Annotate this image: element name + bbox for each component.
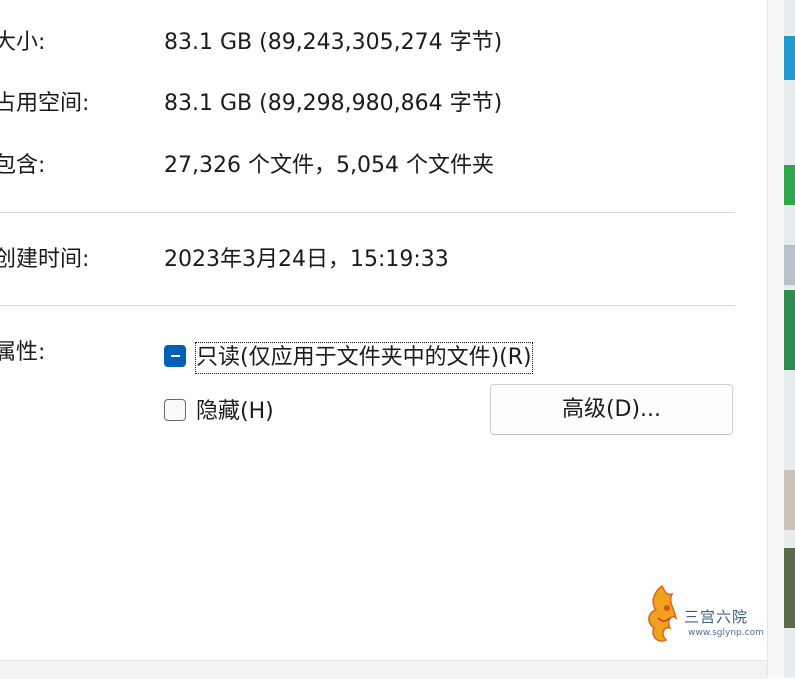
advanced-button[interactable]: 高级(D)... (490, 384, 733, 435)
separator (0, 305, 735, 306)
readonly-checkbox[interactable] (164, 345, 186, 367)
background-thumbnail (784, 165, 795, 205)
watermark: 三宫六院 www.sglynp.com (640, 578, 770, 650)
contains-value: 27,326 个文件，5,054 个文件夹 (164, 153, 494, 178)
background-window (784, 0, 795, 678)
size-on-disk-value: 83.1 GB (89,298,980,864 字节) (164, 91, 503, 116)
dialog-footer-edge (0, 660, 767, 679)
size-label: 大小: (0, 30, 46, 55)
background-thumbnail (784, 548, 795, 628)
readonly-checkbox-label[interactable]: 只读(仅应用于文件夹中的文件)(R) (195, 342, 533, 374)
background-thumbnail (784, 470, 795, 530)
created-value: 2023年3月24日，15:19:33 (164, 247, 449, 272)
background-thumbnail (784, 290, 795, 370)
properties-dialog: 大小: 83.1 GB (89,243,305,274 字节) 占用空间: 83… (0, 0, 767, 660)
background-thumbnail (784, 36, 795, 80)
watermark-url: www.sglynp.com (688, 628, 764, 638)
size-on-disk-label: 占用空间: (0, 91, 90, 116)
hidden-checkbox[interactable] (164, 399, 186, 421)
hidden-checkbox-label[interactable]: 隐藏(H) (196, 397, 274, 427)
phoenix-logo-icon (648, 584, 678, 642)
background-thumbnail (784, 245, 795, 285)
window-border (767, 0, 785, 678)
indeterminate-dash-icon (171, 355, 180, 357)
watermark-text: 三宫六院 (684, 608, 749, 626)
separator (0, 212, 735, 213)
attributes-label: 属性: (0, 340, 46, 365)
contains-label: 包含: (0, 153, 46, 178)
created-label: 创建时间: (0, 247, 90, 272)
size-value: 83.1 GB (89,243,305,274 字节) (164, 30, 503, 55)
